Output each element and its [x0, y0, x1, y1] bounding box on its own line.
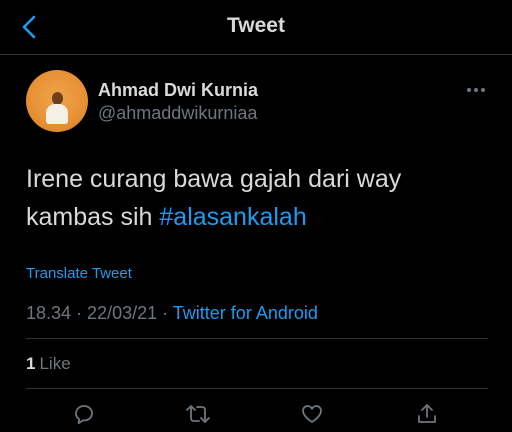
avatar-figure-body	[46, 104, 68, 124]
tweet-date: 22/03/21	[87, 303, 158, 323]
like-button[interactable]	[298, 400, 326, 428]
hashtag-link[interactable]: #alasankalah	[159, 203, 306, 231]
share-button[interactable]	[413, 400, 441, 428]
heart-icon	[300, 402, 324, 426]
retweet-icon	[185, 402, 211, 426]
tweet-source-link[interactable]: Twitter for Android	[173, 303, 318, 323]
author-name[interactable]: Ahmad Dwi Kurnia	[98, 80, 258, 101]
tweet-time: 18.34	[26, 303, 72, 323]
page-title: Tweet	[227, 14, 285, 37]
header-bar: Tweet	[0, 0, 512, 55]
tweet-detail-screen: Tweet Ahmad Dwi Kurnia @ahmaddwikurniaa …	[0, 0, 512, 432]
tweet-meta: 18.34 · 22/03/21 · Twitter for Android	[26, 303, 318, 324]
retweet-button[interactable]	[184, 400, 212, 428]
likes-count[interactable]: 1 Like	[26, 354, 71, 374]
meta-separator: ·	[71, 303, 88, 323]
translate-tweet-link[interactable]: Translate Tweet	[26, 265, 132, 282]
author-handle[interactable]: @ahmaddwikurniaa	[98, 103, 257, 124]
divider	[26, 338, 488, 339]
divider	[26, 388, 488, 389]
avatar[interactable]	[26, 70, 88, 132]
share-icon	[415, 402, 439, 426]
likes-number: 1	[26, 354, 36, 373]
more-options-icon	[466, 87, 486, 93]
reply-icon	[72, 402, 96, 426]
likes-label: Like	[39, 354, 71, 373]
tweet-text: Irene curang bawa gajah dari way kambas …	[26, 160, 486, 236]
more-options-button[interactable]	[462, 80, 490, 100]
reply-button[interactable]	[70, 400, 98, 428]
meta-separator: ·	[157, 303, 173, 323]
